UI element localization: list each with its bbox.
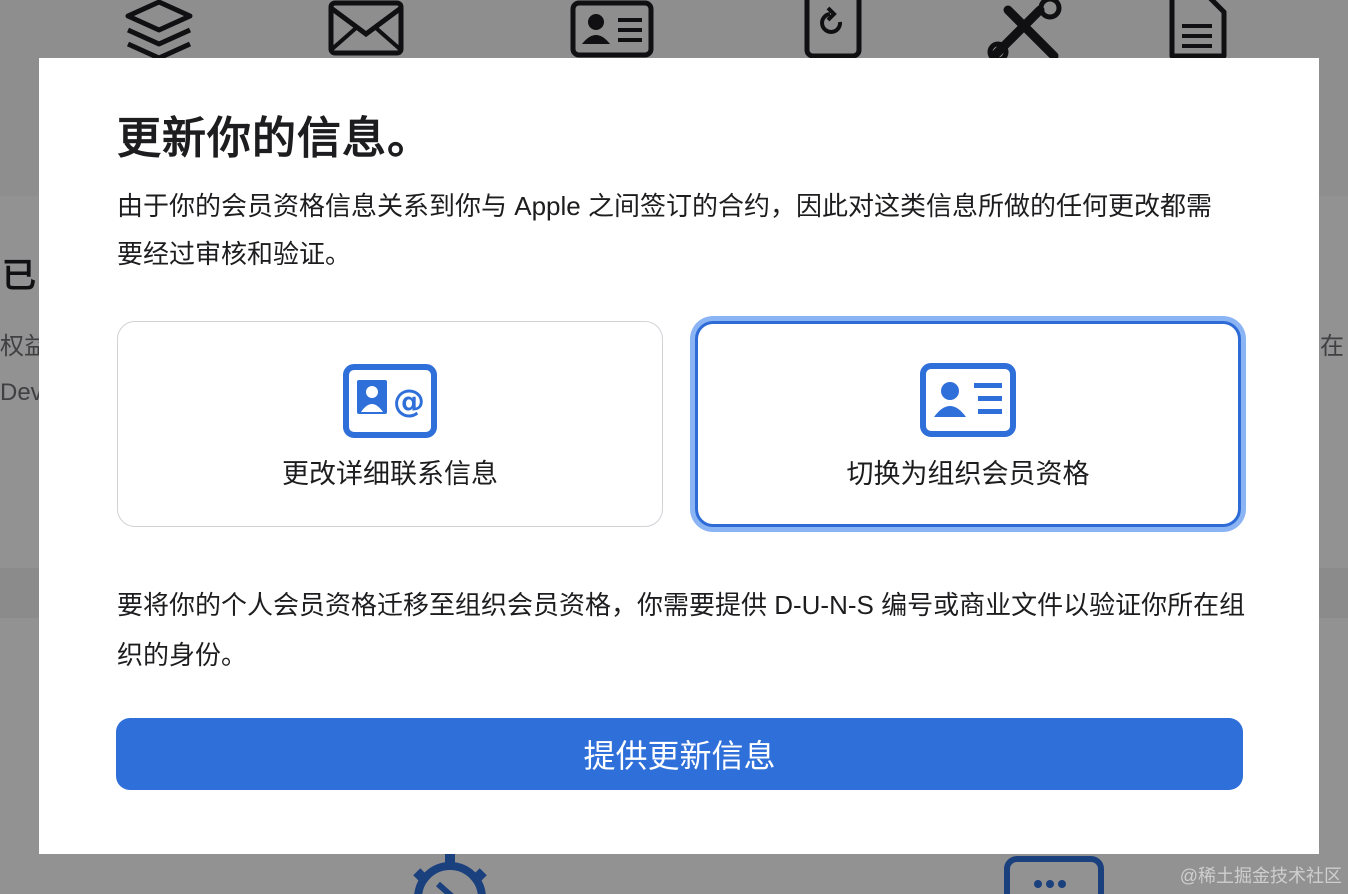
option-change-contact-details[interactable]: @ 更改详细联系信息 <box>117 321 663 527</box>
svg-text:@: @ <box>393 382 425 420</box>
dialog-title: 更新你的信息。 <box>117 114 432 163</box>
contact-card-at-icon: @ <box>343 364 437 438</box>
option-label: 更改详细联系信息 <box>282 459 498 489</box>
dialog-description: 由于你的会员资格信息关系到你与 Apple 之间签订的合约，因此对这类信息所做的… <box>117 191 1212 269</box>
option-label: 切换为组织会员资格 <box>846 459 1090 489</box>
option-switch-to-organization[interactable]: 切换为组织会员资格 <box>695 321 1241 527</box>
dialog-note: 要将你的个人会员资格迁移至组织会员资格，你需要提供 D-U-N-S 编号或商业文… <box>117 590 1246 670</box>
id-card-icon <box>920 363 1016 437</box>
update-info-dialog: 更新你的信息。 由于你的会员资格信息关系到你与 Apple 之间签订的合约，因此… <box>39 58 1319 854</box>
watermark: @稀土掘金技术社区 <box>1179 866 1342 886</box>
provide-update-button[interactable]: 提供更新信息 <box>116 718 1243 790</box>
